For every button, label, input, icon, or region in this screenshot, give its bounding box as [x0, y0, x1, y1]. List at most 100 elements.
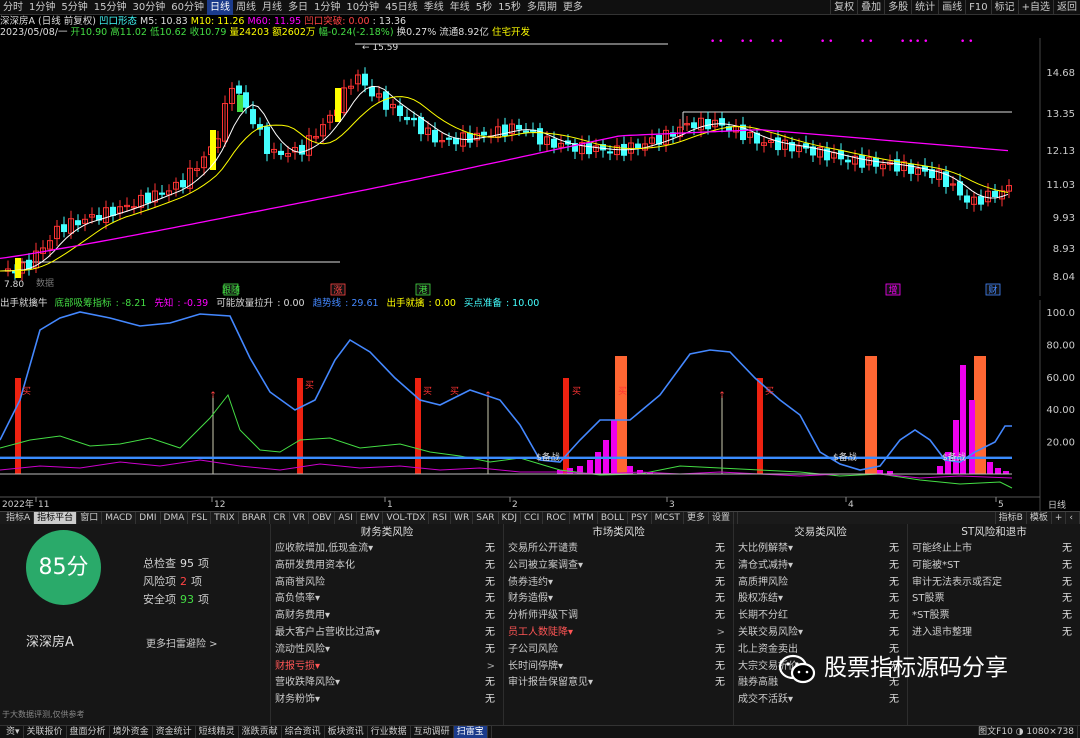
event-tag[interactable]: 涨 [330, 283, 346, 296]
risk-row[interactable]: 审计无法表示或否定 无 [908, 575, 1080, 592]
risk-row[interactable]: 财报亏损▾ > [271, 659, 503, 676]
indicator-tab-16[interactable]: WR [451, 512, 474, 524]
indicator-tab-6[interactable]: FSL [188, 512, 212, 524]
risk-row[interactable]: 大比例解禁▾ 无 [734, 541, 907, 558]
period-tab-2[interactable]: 5分钟 [58, 0, 90, 15]
period-tab-14[interactable]: 年线 [447, 0, 473, 15]
bottom-tab-6[interactable]: 涨跌贡献 [239, 726, 282, 738]
bottom-tab-8[interactable]: 板块资讯 [325, 726, 368, 738]
risk-row[interactable]: 关联交易风险▾ 无 [734, 625, 907, 642]
risk-row[interactable]: 清仓式减持▾ 无 [734, 558, 907, 575]
tabbar-right-0[interactable]: 指标B [994, 512, 1026, 524]
bottom-tab-4[interactable]: 资金统计 [153, 726, 196, 738]
sector[interactable]: 住宅开发 [492, 27, 530, 38]
indicator-tab-21[interactable]: MTM [570, 512, 598, 524]
toolbar-button-8[interactable]: 返回 [1053, 0, 1080, 15]
risk-row[interactable]: ST股票 无 [908, 591, 1080, 608]
period-tab-9[interactable]: 多日 [285, 0, 311, 15]
indicator-tab-15[interactable]: RSI [429, 512, 452, 524]
risk-row[interactable]: 分析师评级下调 无 [504, 608, 733, 625]
indicator-tab-17[interactable]: SAR [473, 512, 499, 524]
risk-row[interactable]: 债券违约▾ 无 [504, 575, 733, 592]
indicator-tab-3[interactable]: MACD [102, 512, 137, 524]
toolbar-button-3[interactable]: 统计 [911, 0, 938, 15]
tabbar-right-2[interactable]: + [1050, 512, 1066, 524]
risk-row[interactable]: 交易所公开谴责 无 [504, 541, 733, 558]
period-tab-4[interactable]: 30分钟 [129, 0, 168, 15]
period-tab-11[interactable]: 10分钟 [343, 0, 382, 15]
indicator-tab-11[interactable]: OBV [309, 512, 336, 524]
indicator-tab-9[interactable]: CR [270, 512, 290, 524]
period-tab-16[interactable]: 15秒 [495, 0, 524, 15]
risk-row[interactable]: 进入退市整理 无 [908, 625, 1080, 642]
toolbar-button-5[interactable]: F10 [965, 0, 990, 15]
indicator-tab-25[interactable]: 更多 [684, 512, 709, 524]
risk-row[interactable]: 员工人数陡降▾ > [504, 625, 733, 642]
indicator-tab-1[interactable]: 指标平台 [34, 512, 78, 524]
bottom-tab-9[interactable]: 行业数据 [368, 726, 411, 738]
indicator-tab-22[interactable]: BOLL [598, 512, 629, 524]
risk-row[interactable]: 应收款增加,低现金流▾ 无 [271, 541, 503, 558]
risk-row[interactable]: 最大客户占营收比过高▾ 无 [271, 625, 503, 642]
toolbar-button-0[interactable]: 复权 [830, 0, 857, 15]
toolbar-button-2[interactable]: 多股 [884, 0, 911, 15]
period-tab-5[interactable]: 60分钟 [168, 0, 207, 15]
risk-row[interactable]: 高研发费用资本化 无 [271, 558, 503, 575]
toolbar-button-6[interactable]: 标记 [990, 0, 1018, 15]
risk-row[interactable]: 财务粉饰▾ 无 [271, 692, 503, 709]
period-tab-13[interactable]: 季线 [421, 0, 447, 15]
bottom-tab-10[interactable]: 互动调研 [411, 726, 454, 738]
period-tab-18[interactable]: 更多 [560, 0, 586, 15]
risk-row[interactable]: 可能被*ST 无 [908, 558, 1080, 575]
risk-row[interactable]: 高负债率▾ 无 [271, 591, 503, 608]
period-tab-6[interactable]: 日线 [206, 0, 233, 15]
bottom-tab-7[interactable]: 综合资讯 [282, 726, 325, 738]
period-tab-3[interactable]: 15分钟 [91, 0, 130, 15]
risk-row[interactable]: 高商誉风险 无 [271, 575, 503, 592]
indicator-tab-24[interactable]: MCST [652, 512, 684, 524]
period-tab-1[interactable]: 1分钟 [26, 0, 58, 15]
period-tab-7[interactable]: 周线 [233, 0, 259, 15]
indicator-tab-19[interactable]: CCI [521, 512, 544, 524]
indicator-tab-12[interactable]: ASI [335, 512, 357, 524]
risk-row[interactable]: 高质押风险 无 [734, 575, 907, 592]
toolbar-button-7[interactable]: +自选 [1017, 0, 1053, 15]
indicator-tab-0[interactable]: 指标A [3, 512, 35, 524]
risk-row[interactable]: 审计报告保留意见▾ 无 [504, 675, 733, 692]
indicator-tab-26[interactable]: 设置 [709, 512, 734, 524]
risk-row[interactable]: 高财务费用▾ 无 [271, 608, 503, 625]
tabbar-right-3[interactable]: ‹ [1065, 512, 1076, 524]
period-tab-17[interactable]: 多周期 [524, 0, 560, 15]
bottom-tab-0[interactable]: 资▾ [3, 726, 24, 738]
indicator-tab-4[interactable]: DMI [136, 512, 161, 524]
indicator-tab-7[interactable]: TRIX [211, 512, 239, 524]
period-tab-15[interactable]: 5秒 [473, 0, 495, 15]
kline-chart[interactable]: 14.68 13.35 12.13 11.03 9.93 8.93 8.04 ← 15.59… [0, 38, 1080, 296]
indicator-tab-20[interactable]: ROC [543, 512, 570, 524]
bottom-tab-5[interactable]: 短线精灵 [196, 726, 239, 738]
risk-row[interactable]: 流动性风险▾ 无 [271, 642, 503, 659]
event-tag[interactable]: 增 [885, 283, 901, 296]
period-tab-10[interactable]: 1分钟 [311, 0, 343, 15]
bottom-tab-2[interactable]: 盘面分析 [67, 726, 110, 738]
indicator-tab-18[interactable]: KDJ [499, 512, 521, 524]
risk-row[interactable]: 成交不活跃▾ 无 [734, 692, 907, 709]
indicator-tab-13[interactable]: EMV [357, 512, 384, 524]
event-tag[interactable]: 跟随 [222, 283, 240, 296]
risk-row[interactable]: 公司被立案调查▾ 无 [504, 558, 733, 575]
bottom-tab-1[interactable]: 关联报价 [24, 726, 67, 738]
period-tab-8[interactable]: 月线 [259, 0, 285, 15]
risk-row[interactable]: 营收跌降风险▾ 无 [271, 675, 503, 692]
indicator-tab-2[interactable]: 窗口 [77, 512, 103, 524]
indicator-tab-10[interactable]: VR [290, 512, 310, 524]
indicator-chart[interactable]: 100.080.0060.0040.0020.00 ↑ ↑ ↑ 买买买买买买买$备战… [0, 300, 1080, 511]
risk-row[interactable]: 长时间停牌▾ 无 [504, 659, 733, 676]
risk-row[interactable]: 长期不分红 无 [734, 608, 907, 625]
risk-row[interactable]: 财务造假▾ 无 [504, 591, 733, 608]
indicator-tab-5[interactable]: DMA [161, 512, 189, 524]
period-tab-12[interactable]: 45日线 [382, 0, 421, 15]
toolbar-button-4[interactable]: 画线 [938, 0, 965, 15]
bottom-tab-3[interactable]: 境外资金 [110, 726, 153, 738]
toolbar-button-1[interactable]: 叠加 [857, 0, 884, 15]
risk-row[interactable]: 股权冻结▾ 无 [734, 591, 907, 608]
